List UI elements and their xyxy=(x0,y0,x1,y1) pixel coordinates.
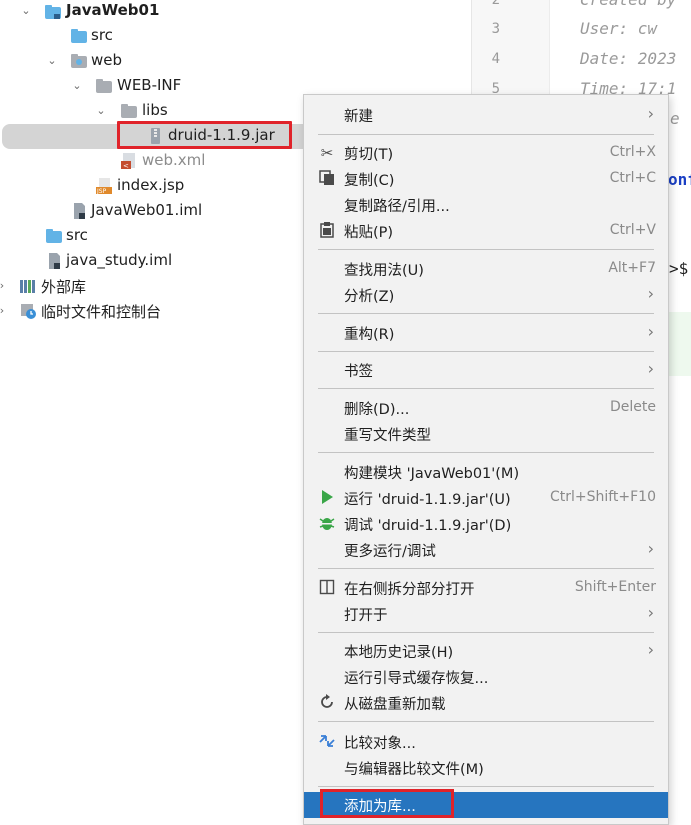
highlight-box-add-library xyxy=(320,789,454,818)
tree-label: WEB-INF xyxy=(117,76,182,94)
menu-item-cache-recovery[interactable]: 运行引导式缓存恢复... xyxy=(304,664,668,690)
chevron-right-icon[interactable]: › xyxy=(0,303,10,319)
tree-label: web.xml xyxy=(142,151,206,169)
menu-separator xyxy=(318,388,654,389)
code-line: User: cw xyxy=(580,19,658,38)
chevron-right-icon: › xyxy=(647,603,654,622)
menu-separator xyxy=(318,786,654,787)
tree-node-project[interactable]: ⌄ JavaWeb01 xyxy=(0,0,471,24)
menu-separator xyxy=(318,313,654,314)
menu-item-paste[interactable]: 粘贴(P) Ctrl+V xyxy=(304,218,668,244)
chevron-right-icon: › xyxy=(647,104,654,123)
code-fragment: onf xyxy=(668,170,691,189)
menu-separator xyxy=(318,452,654,453)
iml-file-icon xyxy=(45,252,63,270)
debug-icon xyxy=(318,515,336,533)
tree-label: index.jsp xyxy=(117,176,185,194)
iml-file-icon xyxy=(70,202,88,220)
copy-icon xyxy=(318,170,336,188)
menu-item-new[interactable]: 新建 › xyxy=(304,102,668,128)
menu-item-debug[interactable]: 调试 'druid-1.1.9.jar'(D) xyxy=(304,511,668,537)
code-fragment: e xyxy=(670,109,680,128)
source-folder-icon xyxy=(70,27,88,45)
folder-icon xyxy=(120,102,138,120)
tree-node-web[interactable]: ⌄ web xyxy=(0,49,471,74)
tree-label: 外部库 xyxy=(41,278,87,296)
web-folder-icon xyxy=(70,52,88,70)
menu-item-cut[interactable]: ✂ 剪切(T) Ctrl+X xyxy=(304,140,668,166)
code-fragment: >$ xyxy=(669,259,689,278)
menu-item-open-in[interactable]: 打开于 › xyxy=(304,601,668,627)
menu-item-refactor[interactable]: 重构(R) › xyxy=(304,320,668,346)
chevron-down-icon[interactable]: ⌄ xyxy=(18,3,34,19)
menu-item-build-module[interactable]: 构建模块 'JavaWeb01'(M) xyxy=(304,459,668,485)
menu-separator xyxy=(318,249,654,250)
line-number: 2 xyxy=(491,0,500,8)
menu-item-override-file-type[interactable]: 重写文件类型 xyxy=(304,421,668,447)
menu-item-compare-with[interactable]: 比较对象... xyxy=(304,729,668,755)
code-line: Created by xyxy=(580,0,676,9)
change-highlight xyxy=(668,312,691,376)
menu-item-local-history[interactable]: 本地历史记录(H) › xyxy=(304,638,668,664)
chevron-right-icon: › xyxy=(647,284,654,303)
tree-label: web xyxy=(91,51,123,69)
project-name: JavaWeb01 xyxy=(66,1,160,19)
menu-item-analyze[interactable]: 分析(Z) › xyxy=(304,282,668,308)
line-number: 3 xyxy=(491,21,500,37)
jsp-file-icon: JSP xyxy=(95,177,113,195)
paste-icon xyxy=(318,222,336,240)
chevron-down-icon[interactable]: ⌄ xyxy=(44,53,60,69)
chevron-right-icon[interactable]: › xyxy=(0,278,10,294)
menu-separator xyxy=(318,721,654,722)
menu-item-run[interactable]: 运行 'druid-1.1.9.jar'(U) Ctrl+Shift+F10 xyxy=(304,485,668,511)
source-folder-icon xyxy=(45,227,63,245)
menu-separator xyxy=(318,568,654,569)
menu-item-delete[interactable]: 删除(D)... Delete xyxy=(304,395,668,421)
tree-node-src[interactable]: src xyxy=(0,24,471,49)
scratches-icon xyxy=(19,302,37,320)
menu-item-copy-path[interactable]: 复制路径/引用... xyxy=(304,192,668,218)
run-icon xyxy=(318,489,336,507)
tree-label: libs xyxy=(142,101,168,119)
menu-item-find-usages[interactable]: 查找用法(U) Alt+F7 xyxy=(304,256,668,282)
line-number: 4 xyxy=(491,51,500,67)
reload-icon xyxy=(318,694,336,712)
svg-text:<: < xyxy=(123,162,129,170)
tree-label: 临时文件和控制台 xyxy=(41,303,162,321)
chevron-right-icon: › xyxy=(647,640,654,659)
menu-item-compare-with-editor[interactable]: 与编辑器比较文件(M) xyxy=(304,755,668,781)
menu-item-open-split[interactable]: 在右侧拆分部分打开 Shift+Enter xyxy=(304,575,668,601)
chevron-down-icon[interactable]: ⌄ xyxy=(93,103,109,119)
cut-icon: ✂ xyxy=(320,144,334,162)
tree-label: src xyxy=(66,226,88,244)
compare-icon xyxy=(318,733,336,751)
svg-text:JSP: JSP xyxy=(96,188,107,195)
chevron-right-icon: › xyxy=(647,359,654,378)
context-menu: 新建 › ✂ 剪切(T) Ctrl+X 复制(C) Ctrl+C 复制路径/引用… xyxy=(303,94,669,825)
code-line: Date: 2023 xyxy=(580,49,677,68)
menu-item-reload-from-disk[interactable]: 从磁盘重新加载 xyxy=(304,690,668,716)
chevron-right-icon: › xyxy=(647,322,654,341)
chevron-down-icon[interactable]: ⌄ xyxy=(69,78,85,94)
menu-item-copy[interactable]: 复制(C) Ctrl+C xyxy=(304,166,668,192)
module-folder-icon xyxy=(44,3,62,21)
tree-label: java_study.iml xyxy=(66,251,173,269)
menu-separator xyxy=(318,632,654,633)
tree-label: src xyxy=(91,26,113,44)
menu-item-more-run-debug[interactable]: 更多运行/调试 › xyxy=(304,537,668,563)
menu-separator xyxy=(318,134,654,135)
menu-separator xyxy=(318,351,654,352)
menu-item-bookmarks[interactable]: 书签 › xyxy=(304,357,668,383)
chevron-right-icon: › xyxy=(647,539,654,558)
library-icon xyxy=(19,277,37,295)
tree-label: JavaWeb01.iml xyxy=(91,201,203,219)
xml-file-icon: < xyxy=(120,152,138,170)
highlight-box-jar xyxy=(117,121,292,149)
split-icon xyxy=(318,579,336,597)
folder-icon xyxy=(95,77,113,95)
